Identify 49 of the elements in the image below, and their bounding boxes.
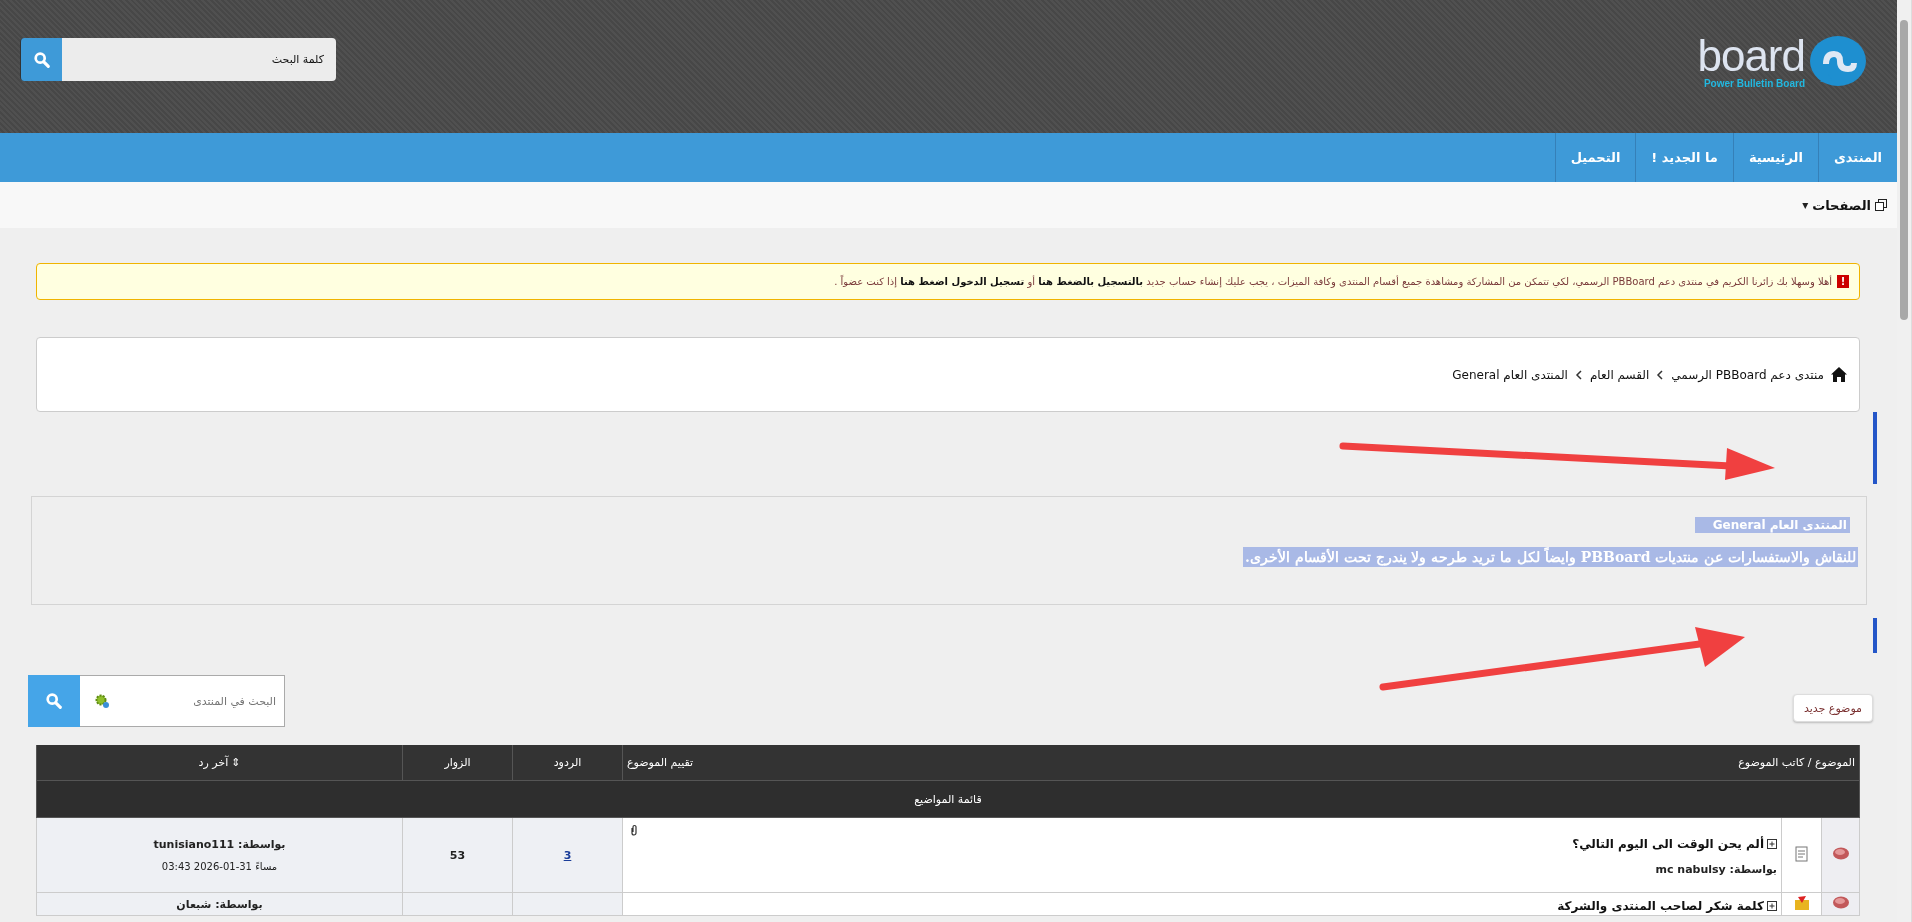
topic-link[interactable]: ألم يحن الوقت الى اليوم التالي؟: [1572, 836, 1764, 851]
new-topic-button[interactable]: موضوع جديد: [1792, 694, 1873, 722]
accent-bar: [1873, 618, 1877, 653]
speech-bubble-icon: [1831, 895, 1850, 910]
pages-menu-link[interactable]: الصفحات: [1812, 197, 1871, 213]
logo-tagline: Power Bulletin Board: [1703, 78, 1805, 89]
scrollbar[interactable]: [1897, 0, 1912, 922]
forum-search-field[interactable]: البحث في المنتدى: [80, 675, 285, 727]
paperclip-icon: [629, 824, 639, 836]
column-header: الموضوع / كاتب الموضوع: [1738, 756, 1855, 769]
sort-icon: ⇕: [231, 756, 241, 769]
column-header[interactable]: ⇕ آخر رد: [36, 745, 403, 781]
breadcrumb-link[interactable]: المنتدى العام General: [1452, 367, 1568, 382]
topic-author: بواسطة: mc nabulsy: [1654, 862, 1777, 876]
column-header: الزوار: [402, 745, 513, 781]
pages-icon: [1875, 199, 1887, 211]
document-icon: [1794, 845, 1809, 862]
replies-link[interactable]: 3: [563, 848, 572, 862]
speech-bubble-icon: [1831, 846, 1850, 861]
notice-text: أهلا وسهلا بك زائرنا الكريم في منتدى دعم PBBoard الرسمي، لكي تتمكن من المشاركة ومشاهدة جميع أقسام المنتدى وكافة الميزات ، يجب عليك إنشاء حساب جديد بالتسجيل بالضغط هنا أو تسجيل الدخول اضغط هنا إذا كنت عضواً .: [834, 276, 1832, 287]
site-logo[interactable]: board Power Bulletin Board: [1697, 33, 1869, 90]
search-icon: [45, 692, 63, 710]
breadcrumb-link[interactable]: منتدى دعم PBBoard الرسمي: [1671, 367, 1824, 382]
column-header: تقييم الموضوع: [627, 756, 694, 769]
last-reply-author: بواسطة: tunisiano111: [152, 838, 287, 851]
search-button[interactable]: [20, 38, 62, 81]
expand-icon[interactable]: [1767, 838, 1777, 849]
last-reply-date: مساءً 31-01-2026 03:43: [160, 861, 279, 872]
scrollbar-thumb[interactable]: [1900, 20, 1908, 320]
views-count: 53: [449, 848, 466, 862]
home-icon[interactable]: [1831, 367, 1847, 382]
column-header: الردود: [512, 745, 623, 781]
section-header: قائمة المواضيع: [36, 780, 1860, 818]
logo-wordmark: board: [1697, 34, 1805, 78]
gear-icon[interactable]: [94, 693, 110, 709]
alert-icon: !: [1837, 275, 1849, 288]
chevron-icon: [1656, 369, 1665, 380]
search-icon: [32, 50, 51, 69]
chevron-icon: [1574, 369, 1583, 380]
topic-link[interactable]: كلمة شكر لصاحب المنتدى والشركة: [1557, 899, 1764, 913]
folder-icon: [1793, 894, 1810, 911]
forum-title: المنتدى العام General: [1694, 517, 1850, 533]
accent-bar: [1873, 412, 1877, 484]
forum-description: للنقاش والاستفسارات عن منتديات PBBoard وايضاً لكل ما تريد طرحه ولا يندرج تحت الأقسام الأخرى.: [1243, 547, 1858, 567]
last-reply-author: بواسطة: شبعان: [175, 897, 264, 911]
expand-icon[interactable]: [1767, 901, 1777, 911]
breadcrumb-link[interactable]: القسم العام: [1589, 367, 1650, 382]
caret-icon: ▾: [1802, 198, 1809, 212]
search-field[interactable]: كلمة البحث: [62, 38, 336, 81]
